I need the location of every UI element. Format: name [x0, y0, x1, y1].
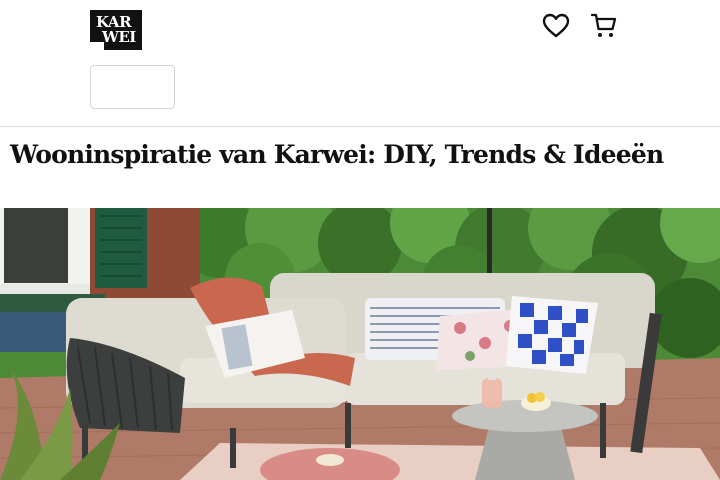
- site-header: KAR WEI: [0, 0, 720, 127]
- menu-button[interactable]: [90, 65, 175, 109]
- cushion-blue-check: [506, 296, 598, 374]
- karwei-logo[interactable]: KAR WEI: [90, 10, 142, 50]
- page-title: Wooninspiratie van Karwei: DIY, Trends &…: [10, 140, 664, 169]
- cart-icon[interactable]: [590, 12, 618, 40]
- garden-lounge-photo: [0, 208, 720, 480]
- heart-icon[interactable]: [542, 12, 570, 40]
- logo-line-2: WEI: [102, 28, 136, 46]
- logo-notch: [90, 42, 104, 50]
- hero-image: [0, 208, 720, 480]
